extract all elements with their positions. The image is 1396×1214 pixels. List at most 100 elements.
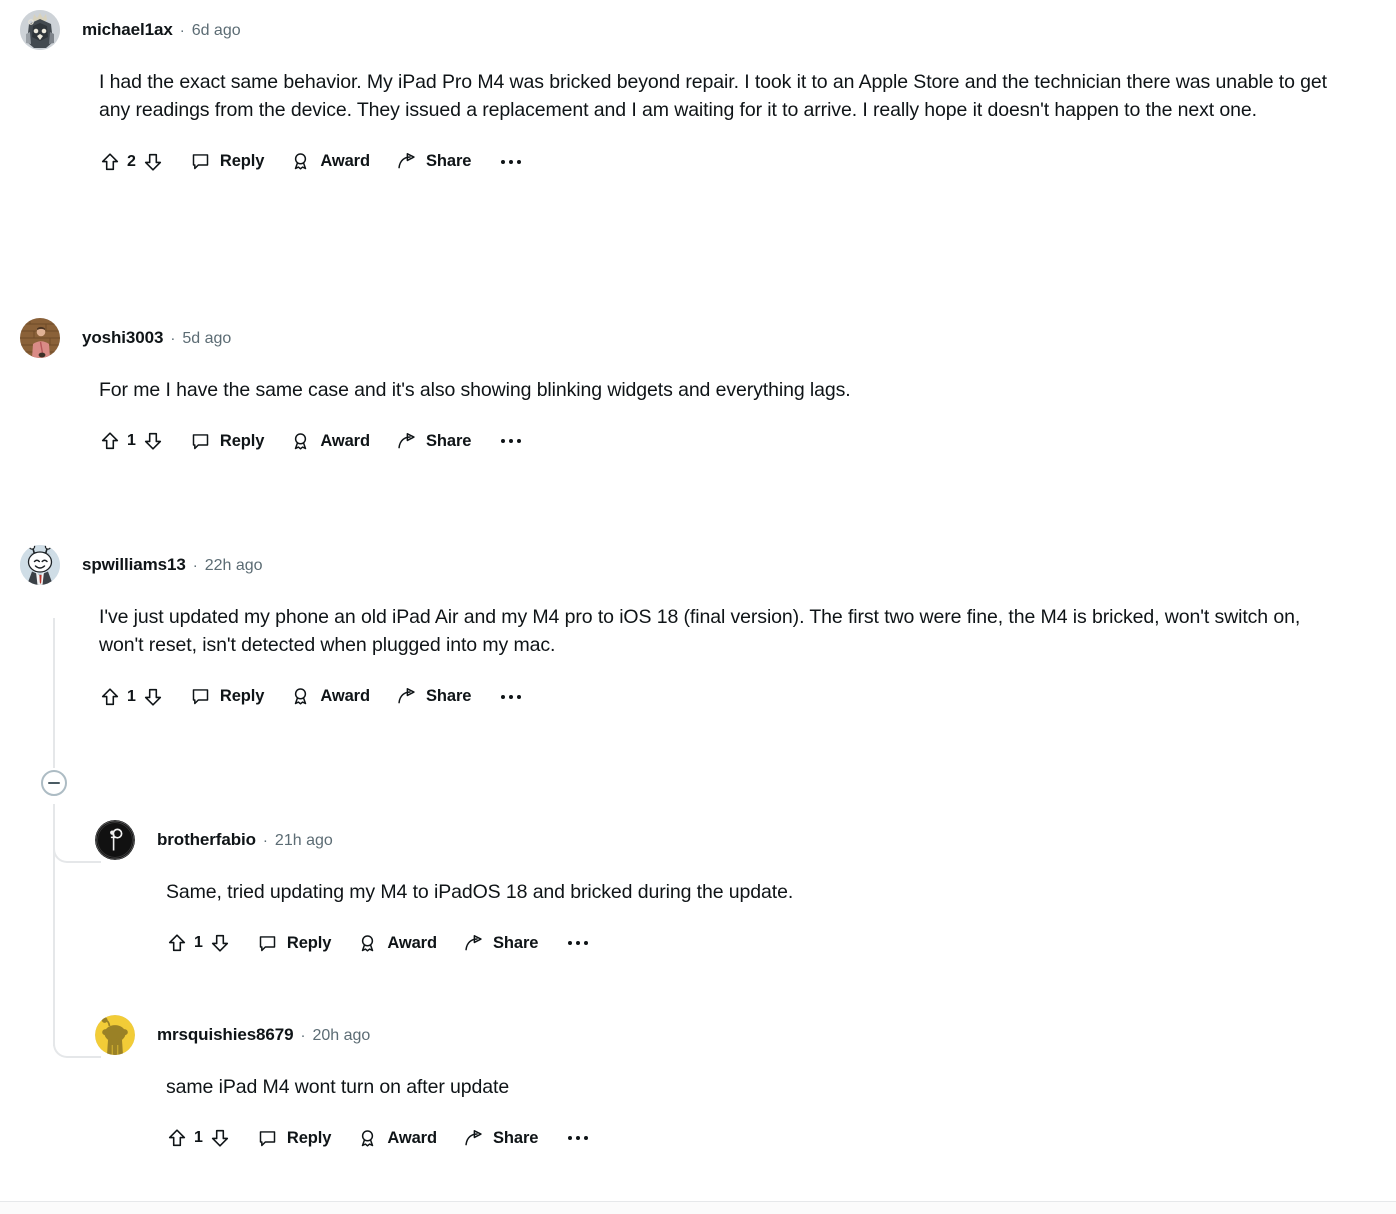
avatar-brotherfabio[interactable] xyxy=(95,820,135,860)
reply-label: Reply xyxy=(286,1128,332,1147)
reply-button[interactable]: Reply xyxy=(257,1128,331,1149)
overflow-dots-icon xyxy=(576,941,581,946)
comment-author-name[interactable]: brotherfabio xyxy=(157,830,256,850)
comment-brotherfabio: brotherfabio · 21h ago Same, tried updat… xyxy=(95,820,1360,959)
share-button[interactable]: Share xyxy=(396,431,471,452)
avatar-snoo-yellow-icon xyxy=(95,1015,135,1055)
share-button[interactable]: Share xyxy=(463,1128,538,1149)
share-arrow-icon xyxy=(398,153,415,169)
speech-bubble-icon xyxy=(192,434,209,450)
share-button[interactable]: Share xyxy=(463,933,538,954)
upvote-button[interactable] xyxy=(99,151,121,173)
vote-count: 1 xyxy=(194,934,203,952)
page-bottom-edge xyxy=(0,1202,1396,1214)
comment-author-name[interactable]: yoshi3003 xyxy=(82,328,163,348)
award-ribbon-icon xyxy=(362,935,374,952)
upvote-button[interactable] xyxy=(99,686,121,708)
upvote-button[interactable] xyxy=(166,1127,188,1149)
award-button[interactable]: Award xyxy=(290,686,370,707)
avatar-yoshi3003[interactable] xyxy=(20,318,60,358)
reply-button[interactable]: Reply xyxy=(190,431,264,452)
comment-author-name[interactable]: mrsquishies8679 xyxy=(157,1025,294,1045)
comment-mrsquishies8679: mrsquishies8679 · 20h ago same iPad M4 w… xyxy=(95,1015,1360,1154)
award-label: Award xyxy=(320,687,370,706)
avatar-michael1ax[interactable] xyxy=(20,10,60,50)
comment-michael1ax: michael1ax · 6d ago I had the exact same… xyxy=(20,10,1360,178)
vote-group: 1 xyxy=(99,430,164,452)
upvote-button[interactable] xyxy=(99,430,121,452)
comment-timestamp: 20h ago xyxy=(312,1027,371,1044)
overflow-dots-icon xyxy=(509,439,514,444)
upvote-arrow-icon xyxy=(101,432,119,450)
comment-header: mrsquishies8679 · 20h ago xyxy=(95,1015,1360,1055)
meta-separator: · xyxy=(179,22,185,39)
reply-button[interactable]: Reply xyxy=(190,151,264,172)
avatar-spwilliams13[interactable] xyxy=(20,545,60,585)
reply-button[interactable]: Reply xyxy=(190,686,264,707)
reply-button[interactable]: Reply xyxy=(257,933,331,954)
collapse-thread-button[interactable] xyxy=(41,770,67,796)
speech-bubble-icon xyxy=(259,936,276,952)
reply-label: Reply xyxy=(219,687,265,706)
reply-label: Reply xyxy=(286,933,332,952)
vote-count: 1 xyxy=(127,432,136,450)
vote-group: 1 xyxy=(166,932,231,954)
share-label: Share xyxy=(492,1128,539,1147)
downvote-button[interactable] xyxy=(142,151,164,173)
award-button[interactable]: Award xyxy=(357,1128,437,1149)
award-label: Award xyxy=(387,933,437,952)
award-button[interactable]: Award xyxy=(290,431,370,452)
downvote-button[interactable] xyxy=(209,1127,231,1149)
avatar-black-mark-icon xyxy=(95,820,135,860)
vote-count: 1 xyxy=(194,1129,203,1147)
overflow-dots-icon xyxy=(584,941,589,946)
upvote-arrow-icon xyxy=(101,688,119,706)
comment-body: I've just updated my phone an old iPad A… xyxy=(99,606,1301,657)
share-label: Share xyxy=(425,687,472,706)
award-button[interactable]: Award xyxy=(357,933,437,954)
share-arrow-icon xyxy=(398,433,415,449)
upvote-arrow-icon xyxy=(101,153,119,171)
comment-author-name[interactable]: spwilliams13 xyxy=(82,555,186,575)
comment-header: yoshi3003 · 5d ago xyxy=(20,318,1360,358)
comment-action-bar: 1 Reply Award Share xyxy=(166,1122,1360,1154)
award-label: Award xyxy=(320,431,370,450)
overflow-menu-button[interactable] xyxy=(568,1136,589,1141)
meta-separator: · xyxy=(262,832,268,849)
avatar-mrsquishies8679[interactable] xyxy=(95,1015,135,1055)
overflow-dots-icon xyxy=(501,439,506,444)
comment-author-name[interactable]: michael1ax xyxy=(82,20,173,40)
share-button[interactable]: Share xyxy=(396,686,471,707)
comment-spwilliams13: spwilliams13 · 22h ago I've just updated… xyxy=(20,545,1360,713)
reply-label: Reply xyxy=(219,152,265,171)
share-button[interactable]: Share xyxy=(396,151,471,172)
vote-group: 1 xyxy=(99,686,164,708)
share-label: Share xyxy=(492,933,539,952)
meta-separator: · xyxy=(170,330,176,347)
overflow-dots-icon xyxy=(517,694,522,699)
overflow-dots-icon xyxy=(509,159,514,164)
vote-group: 1 xyxy=(166,1127,231,1149)
overflow-menu-button[interactable] xyxy=(501,694,522,699)
comment-action-bar: 1 Reply Award Share xyxy=(99,681,1360,713)
downvote-button[interactable] xyxy=(209,932,231,954)
overflow-menu-button[interactable] xyxy=(568,941,589,946)
overflow-menu-button[interactable] xyxy=(501,439,522,444)
comment-header: brotherfabio · 21h ago xyxy=(95,820,1360,860)
downvote-button[interactable] xyxy=(142,430,164,452)
downvote-button[interactable] xyxy=(142,686,164,708)
downvote-arrow-icon xyxy=(144,688,162,706)
upvote-button[interactable] xyxy=(166,932,188,954)
overflow-dots-icon xyxy=(576,1136,581,1141)
share-label: Share xyxy=(425,431,472,450)
downvote-arrow-icon xyxy=(144,433,162,451)
comment-action-bar: 1 Reply Award Share xyxy=(99,425,1360,457)
share-arrow-icon xyxy=(398,688,415,704)
award-ribbon-icon xyxy=(362,1130,374,1147)
comment-timestamp: 5d ago xyxy=(182,330,232,347)
comment-action-bar: 1 Reply Award Share xyxy=(166,927,1360,959)
share-arrow-icon xyxy=(465,1130,482,1146)
award-button[interactable]: Award xyxy=(290,151,370,172)
award-ribbon-icon xyxy=(295,153,307,171)
overflow-menu-button[interactable] xyxy=(501,159,522,164)
